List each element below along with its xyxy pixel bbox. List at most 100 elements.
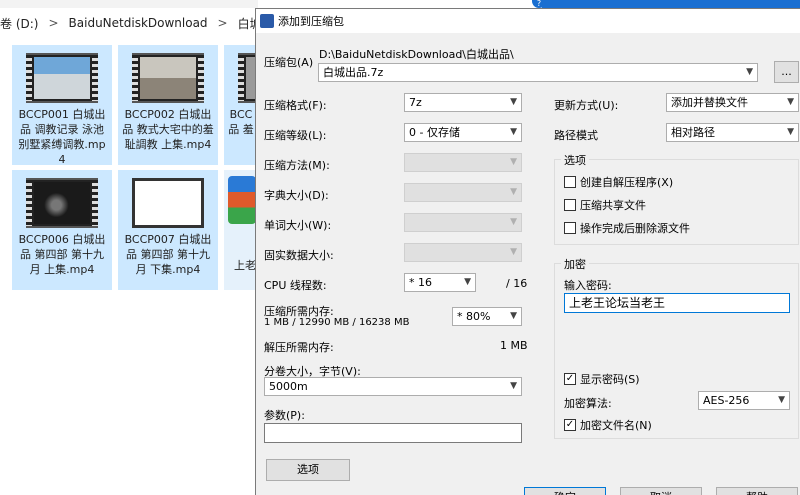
chevron-down-icon: ▼ (787, 127, 794, 137)
update-label: 更新方式(U): (554, 99, 619, 112)
enc-method-label: 加密算法: (564, 397, 612, 410)
decomp-label: 解压所需内存: (264, 341, 334, 354)
dialog-title: 添加到压缩包 (278, 15, 344, 28)
file-name: BCC 品 羞 (228, 108, 254, 136)
video-thumbnail-icon (26, 53, 98, 103)
sfx-checkbox[interactable]: 创建自解压程序(X) (564, 174, 673, 190)
format-value: 7z (409, 96, 422, 109)
enc-method-combo[interactable]: AES-256 ▼ (698, 391, 790, 410)
explorer-toolbar (0, 0, 258, 8)
word-label: 单词大小(W): (264, 219, 332, 232)
breadcrumb-drive[interactable]: 卷 (D:) (0, 15, 38, 32)
chevron-right-icon: > (217, 16, 228, 30)
archive-app-icon (228, 176, 256, 224)
word-combo: ▼ (404, 213, 522, 232)
encryption-group-title: 加密 (561, 256, 589, 272)
video-thumbnail-icon (26, 178, 98, 228)
file-name: BCCP002 白城出品 ‌教式大宅中的羞耻調教 上集.mp4 (122, 108, 214, 151)
chevron-down-icon: ▼ (746, 67, 753, 77)
mem-detail: 1 MB / 12990 MB / 16238 MB (264, 317, 410, 328)
path-combo[interactable]: 相对路径 ▼ (666, 123, 799, 142)
checkmark-icon: ✓ (564, 419, 576, 431)
chevron-down-icon: ▼ (510, 97, 517, 107)
breadcrumb[interactable]: 卷 (D:) > BaiduNetdiskDownload > 白城出品 (0, 12, 258, 34)
mem-value: * 80% (457, 310, 491, 323)
file-tile[interactable]: BCCP002 白城出品 ‌教式大宅中的羞耻調教 上集.mp4 (118, 45, 218, 165)
level-value: 0 - 仅存储 (409, 126, 460, 139)
chevron-down-icon: ▼ (510, 157, 517, 167)
format-label: 压缩格式(F): (264, 99, 327, 112)
archive-path: D:\BaiduNetdiskDownload\白城出品\ (319, 48, 514, 61)
volume-value: 5000m (269, 380, 308, 393)
7zip-icon (260, 14, 274, 28)
delete-checkbox[interactable]: 操作完成后删除源文件 (564, 220, 690, 236)
volume-combo[interactable]: 5000m ▼ (264, 377, 522, 396)
file-tile[interactable]: BCCP007 白城出品 第四部 第十九月 下集.mp4 (118, 170, 218, 290)
method-label: 压缩方法(M): (264, 159, 330, 172)
archive-label: 压缩包(A) (264, 56, 314, 69)
file-tile[interactable]: BCCP006 白城出品 第四部 第十九月 上集.mp4 (12, 170, 112, 290)
chevron-right-icon: > (48, 16, 59, 30)
archive-name-combo[interactable]: 白城出品.7z ▼ (318, 63, 758, 82)
level-combo[interactable]: 0 - 仅存储 ▼ (404, 123, 522, 142)
cancel-button[interactable]: 取消 (620, 487, 702, 495)
options-button[interactable]: 选项 (266, 459, 350, 481)
password-label: 输入密码: (564, 279, 612, 292)
mem-combo[interactable]: * 80% ▼ (452, 307, 522, 326)
solid-label: 固实数据大小: (264, 249, 334, 262)
file-tile[interactable]: BCC 品 羞 (224, 45, 258, 165)
path-value: 相对路径 (671, 126, 715, 139)
params-label: 参数(P): (264, 409, 305, 422)
video-thumbnail-icon (132, 178, 204, 228)
browse-button[interactable]: ... (774, 61, 799, 83)
threads-combo[interactable]: * 16 ▼ (404, 273, 476, 292)
encrypt-names-checkbox[interactable]: ✓ 加密文件名(N) (564, 417, 652, 433)
dict-combo: ▼ (404, 183, 522, 202)
show-password-label: 显示密码(S) (580, 373, 640, 386)
password-input[interactable]: 上老王论坛当老王 (564, 293, 790, 313)
encrypt-names-label: 加密文件名(N) (580, 419, 652, 432)
archive-name-value: 白城出品.7z (323, 66, 384, 79)
path-label: 路径模式 (554, 129, 598, 142)
checkbox-icon (564, 176, 576, 188)
taskbar-strip (542, 0, 800, 8)
sfx-label: 创建自解压程序(X) (580, 176, 674, 189)
enc-method-value: AES-256 (703, 394, 750, 407)
threads-label: CPU 线程数: (264, 279, 327, 292)
file-tile[interactable]: BCCP001 白城出品 调教记录 泳池别墅紧缚调教.mp4 (12, 45, 112, 166)
method-combo: ▼ (404, 153, 522, 172)
breadcrumb-folder[interactable]: BaiduNetdiskDownload (69, 16, 208, 30)
checkmark-icon: ✓ (564, 373, 576, 385)
checkbox-icon (564, 199, 576, 211)
file-name: BCCP006 白城出品 第四部 第十九月 上集.mp4 (18, 233, 106, 276)
chevron-down-icon: ▼ (464, 277, 471, 287)
chevron-down-icon: ▼ (510, 127, 517, 137)
update-combo[interactable]: 添加并替换文件 ▼ (666, 93, 799, 112)
help-button[interactable]: 帮助 (716, 487, 798, 495)
add-to-archive-dialog: 添加到压缩包 压缩包(A) D:\BaiduNetdiskDownload\白城… (255, 8, 800, 495)
chevron-down-icon: ▼ (778, 395, 785, 405)
shared-label: 压缩共享文件 (580, 199, 646, 212)
decomp-value: 1 MB (500, 339, 528, 352)
threads-value: * 16 (409, 276, 432, 289)
level-label: 压缩等级(L): (264, 129, 327, 142)
params-input[interactable] (264, 423, 522, 443)
file-tile[interactable]: 上老 (224, 170, 258, 290)
shared-checkbox[interactable]: 压缩共享文件 (564, 197, 646, 213)
checkbox-icon (564, 222, 576, 234)
format-combo[interactable]: 7z ▼ (404, 93, 522, 112)
update-value: 添加并替换文件 (671, 96, 748, 109)
chevron-down-icon: ▼ (787, 97, 794, 107)
threads-total: / 16 (506, 277, 528, 290)
show-password-checkbox[interactable]: ✓ 显示密码(S) (564, 371, 640, 387)
ok-button[interactable]: 确定 (524, 487, 606, 495)
chevron-down-icon: ▼ (510, 217, 517, 227)
delete-label: 操作完成后删除源文件 (580, 222, 690, 235)
chevron-down-icon: ▼ (510, 381, 517, 391)
chevron-down-icon: ▼ (510, 311, 517, 321)
file-name: BCCP007 白城出品 第四部 第十九月 下集.mp4 (124, 233, 212, 276)
dict-label: 字典大小(D): (264, 189, 329, 202)
chevron-down-icon: ▼ (510, 187, 517, 197)
dialog-titlebar[interactable]: 添加到压缩包 (256, 9, 800, 33)
options-group-title: 选项 (561, 152, 589, 168)
